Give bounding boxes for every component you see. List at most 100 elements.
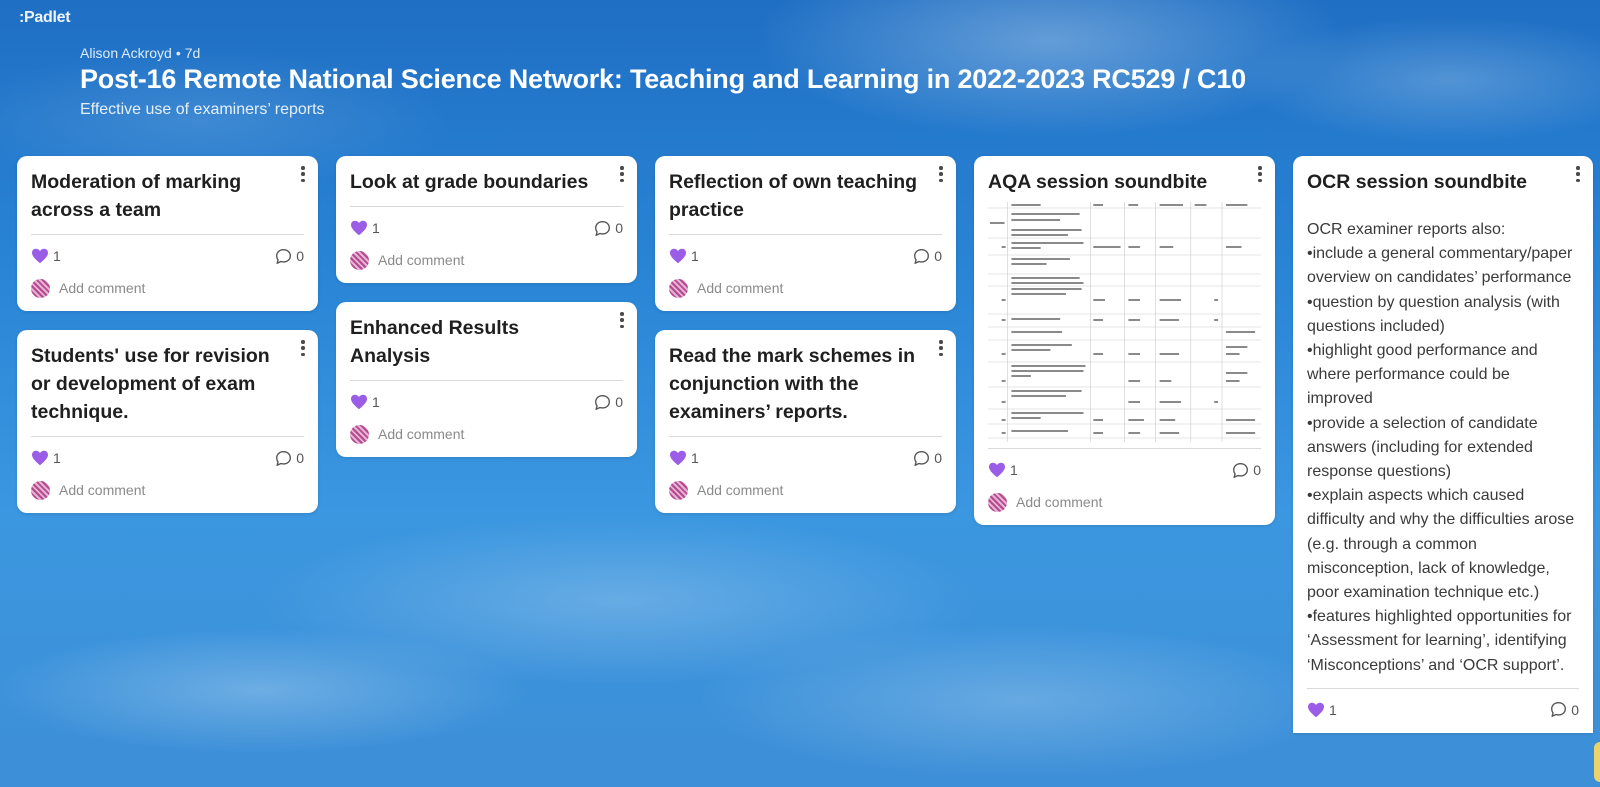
- author-name[interactable]: Alison Ackroyd: [80, 45, 172, 61]
- meta-separator: •: [175, 45, 181, 61]
- post-body-line: OCR examiner reports also:: [1307, 221, 1506, 238]
- like-count: 1: [372, 220, 380, 236]
- comment-button[interactable]: 0: [1232, 462, 1261, 479]
- more-icon[interactable]: [298, 166, 308, 182]
- like-button[interactable]: 1: [31, 450, 61, 466]
- like-button[interactable]: 1: [31, 248, 61, 264]
- avatar: [350, 250, 369, 270]
- post-reactions: 1 0: [31, 245, 304, 267]
- more-icon[interactable]: [936, 166, 946, 182]
- column-5: OCR session soundbite OCR examiner repor…: [1293, 156, 1593, 733]
- more-icon[interactable]: [617, 312, 627, 328]
- comment-button[interactable]: 0: [594, 394, 623, 411]
- column-4: AQA session soundbite 1 0 Add comment: [974, 156, 1275, 544]
- like-button[interactable]: 1: [1307, 702, 1337, 718]
- post-reactions: 1 0: [988, 459, 1261, 481]
- comment-button[interactable]: 0: [913, 248, 942, 265]
- post-card[interactable]: Reflection of own teaching practice 1 0 …: [655, 156, 956, 311]
- more-icon[interactable]: [1255, 166, 1265, 182]
- post-reactions: 1 0: [31, 447, 304, 469]
- avatar: [350, 424, 369, 444]
- like-button[interactable]: 1: [350, 220, 380, 236]
- add-comment-placeholder: Add comment: [697, 482, 784, 498]
- heart-icon: [32, 248, 48, 264]
- comment-button[interactable]: 0: [275, 248, 304, 265]
- heart-icon: [1308, 702, 1324, 718]
- like-button[interactable]: 1: [350, 394, 380, 410]
- comment-icon: [276, 450, 292, 466]
- comment-icon: [914, 450, 930, 466]
- add-comment-placeholder: Add comment: [697, 280, 784, 296]
- heart-icon: [670, 248, 686, 264]
- heart-icon: [32, 450, 48, 466]
- comment-icon: [595, 220, 611, 236]
- post-body-line: •explain aspects which caused difficulty…: [1307, 487, 1575, 602]
- padlet-logo[interactable]: :Padlet: [19, 9, 71, 27]
- heart-icon: [670, 450, 686, 466]
- post-title: Look at grade boundaries: [350, 168, 623, 207]
- add-comment-placeholder: Add comment: [1016, 494, 1103, 510]
- add-comment-placeholder: Add comment: [378, 252, 465, 268]
- add-comment-placeholder: Add comment: [59, 280, 146, 296]
- heart-icon: [989, 462, 1005, 478]
- like-count: 1: [53, 450, 61, 466]
- like-button[interactable]: 1: [669, 450, 699, 466]
- post-card[interactable]: Read the mark schemes in conjunction wit…: [655, 330, 956, 513]
- like-button[interactable]: 1: [669, 248, 699, 264]
- comment-icon: [914, 248, 930, 264]
- like-count: 1: [1010, 462, 1018, 478]
- post-title: Reflection of own teaching practice: [669, 168, 942, 235]
- comment-count: 0: [934, 450, 942, 466]
- more-icon[interactable]: [936, 340, 946, 356]
- comment-button[interactable]: 0: [913, 450, 942, 467]
- comment-count: 0: [296, 450, 304, 466]
- post-card[interactable]: OCR session soundbite OCR examiner repor…: [1293, 156, 1593, 733]
- post-card[interactable]: Students' use for revision or developmen…: [17, 330, 318, 513]
- more-icon[interactable]: [298, 340, 308, 356]
- more-icon[interactable]: [617, 166, 627, 182]
- add-comment-field[interactable]: Add comment: [31, 277, 304, 299]
- comment-count: 0: [934, 248, 942, 264]
- add-comment-field[interactable]: Add comment: [31, 479, 304, 501]
- post-card[interactable]: AQA session soundbite 1 0 Add comment: [974, 156, 1275, 525]
- post-card[interactable]: Moderation of marking across a team 1 0 …: [17, 156, 318, 311]
- heart-icon: [351, 220, 367, 236]
- comment-button[interactable]: 0: [275, 450, 304, 467]
- more-icon[interactable]: [1573, 166, 1583, 182]
- post-title: Students' use for revision or developmen…: [31, 342, 304, 437]
- like-count: 1: [691, 248, 699, 264]
- post-body-line: •highlight good performance and where pe…: [1307, 342, 1538, 408]
- post-card[interactable]: Enhanced Results Analysis 1 0 Add commen…: [336, 302, 637, 457]
- comment-button[interactable]: 0: [1550, 701, 1579, 718]
- like-count: 1: [1329, 701, 1337, 718]
- post-card[interactable]: Look at grade boundaries 1 0 Add comment: [336, 156, 637, 283]
- add-comment-field[interactable]: Add comment: [350, 423, 623, 445]
- comment-count: 0: [1253, 462, 1261, 478]
- add-comment-placeholder: Add comment: [59, 482, 146, 498]
- avatar: [669, 480, 688, 500]
- post-title: Moderation of marking across a team: [31, 168, 304, 235]
- post-body-line: •include a general commentary/paper over…: [1307, 245, 1573, 287]
- post-reactions: 1 0: [669, 245, 942, 267]
- comment-icon: [595, 394, 611, 410]
- board-subtitle: Effective use of examiners’ reports: [80, 101, 325, 118]
- comment-button[interactable]: 0: [594, 220, 623, 237]
- board-meta: Alison Ackroyd • 7d: [80, 45, 1246, 61]
- side-panel-tab[interactable]: [1594, 742, 1600, 782]
- add-comment-field[interactable]: Add comment: [669, 277, 942, 299]
- spreadsheet-attachment[interactable]: [988, 202, 1261, 449]
- comment-count: 0: [1571, 701, 1579, 718]
- avatar: [669, 278, 688, 298]
- like-button[interactable]: 1: [988, 462, 1018, 478]
- comment-icon: [1233, 462, 1249, 478]
- add-comment-field[interactable]: Add comment: [669, 479, 942, 501]
- avatar: [988, 492, 1007, 512]
- avatar: [31, 278, 50, 298]
- add-comment-field[interactable]: Add comment: [988, 491, 1261, 513]
- add-comment-placeholder: Add comment: [378, 426, 465, 442]
- add-comment-field[interactable]: Add comment: [350, 249, 623, 271]
- like-count: 1: [691, 450, 699, 466]
- board-header: Alison Ackroyd • 7d Post-16 Remote Nationa…: [80, 45, 1246, 119]
- post-reactions: 1 0: [350, 217, 623, 239]
- comment-count: 0: [615, 220, 623, 236]
